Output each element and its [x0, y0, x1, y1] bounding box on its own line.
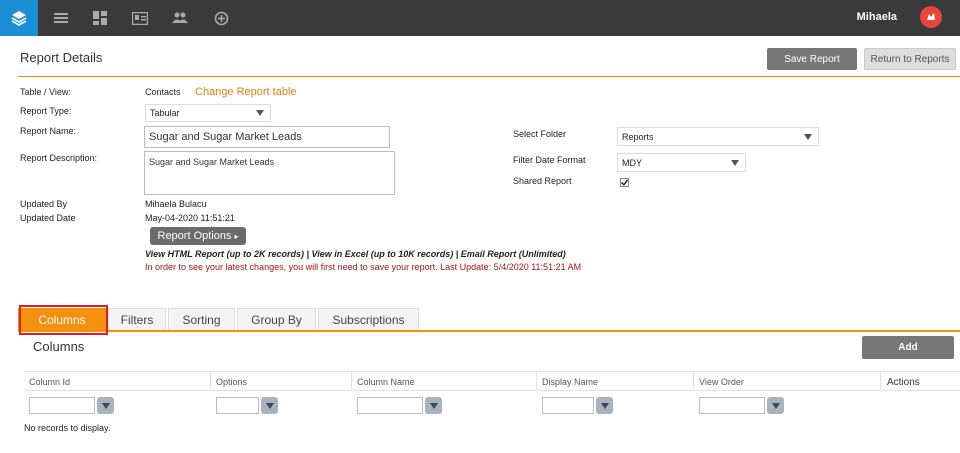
- report-name-label: Report Name:: [20, 126, 77, 136]
- report-description-label: Report Description:: [20, 153, 98, 163]
- report-type-label: Report Type:: [20, 106, 72, 116]
- display-name-filter-input[interactable]: [542, 397, 594, 414]
- report-options-label: Report Options: [157, 230, 232, 242]
- column-separator: [351, 372, 352, 391]
- shared-report-checkbox[interactable]: [620, 178, 629, 187]
- tab-sorting[interactable]: Sorting: [168, 308, 235, 331]
- report-name-input[interactable]: Sugar and Sugar Market Leads: [144, 126, 390, 148]
- updated-date-value: May-04-2020 11:51:21: [145, 213, 235, 223]
- updated-by-label: Updated By: [20, 199, 68, 209]
- column-name-filter-input[interactable]: [357, 397, 423, 414]
- column-name-filter-button[interactable]: [425, 397, 442, 414]
- column-id-filter-button[interactable]: [97, 397, 114, 414]
- layers-icon[interactable]: [0, 0, 38, 36]
- caret-right-icon: ▸: [234, 231, 239, 241]
- updated-by-value: Mihaela Bulacu: [145, 199, 207, 209]
- contact-card-icon[interactable]: [132, 10, 148, 26]
- column-separator: [693, 372, 694, 391]
- menu-icon[interactable]: [53, 10, 69, 26]
- active-tab-highlight: [19, 305, 108, 335]
- header-column-id[interactable]: Column Id: [29, 377, 70, 387]
- tab-group-by[interactable]: Group By: [237, 308, 316, 331]
- date-format-select[interactable]: MDY: [617, 153, 746, 172]
- tab-filters[interactable]: Filters: [108, 308, 166, 331]
- save-report-button[interactable]: Save Report: [767, 48, 857, 70]
- header-column-name[interactable]: Column Name: [357, 377, 415, 387]
- filter-dropdown-icon: [600, 402, 609, 409]
- display-name-filter-button[interactable]: [596, 397, 613, 414]
- report-type-value: Tabular: [150, 108, 180, 118]
- tab-subscriptions[interactable]: Subscriptions: [318, 308, 419, 331]
- select-folder-label: Select Folder: [513, 129, 567, 139]
- header-actions: Actions: [887, 377, 920, 388]
- users-icon[interactable]: [172, 10, 188, 26]
- filter-dropdown-icon: [101, 402, 110, 409]
- change-report-table-link[interactable]: Change Report table: [195, 86, 297, 98]
- add-column-button[interactable]: Add: [862, 336, 954, 359]
- column-separator: [880, 372, 881, 391]
- header-divider: [18, 76, 960, 77]
- filter-dropdown-icon: [771, 402, 780, 409]
- report-links[interactable]: View HTML Report (up to 2K records) | Vi…: [145, 249, 566, 259]
- report-description-textarea[interactable]: Sugar and Sugar Market Leads: [144, 151, 395, 195]
- filter-dropdown-icon: [265, 402, 274, 409]
- column-separator: [210, 372, 211, 391]
- return-to-reports-button[interactable]: Return to Reports: [864, 48, 956, 70]
- view-order-filter-button[interactable]: [767, 397, 784, 414]
- filter-dropdown-icon: [429, 402, 438, 409]
- options-filter-input[interactable]: [216, 397, 259, 414]
- options-filter-button[interactable]: [261, 397, 278, 414]
- folder-select[interactable]: Reports: [617, 127, 819, 146]
- column-separator: [536, 372, 537, 391]
- view-order-filter-input[interactable]: [699, 397, 765, 414]
- chevron-down-icon: [731, 159, 739, 166]
- header-view-order[interactable]: View Order: [699, 377, 744, 387]
- top-navigation-bar: Mihaela: [0, 0, 960, 36]
- columns-section-title: Columns: [33, 339, 85, 354]
- chevron-down-icon: [804, 133, 812, 140]
- shared-report-label: Shared Report: [513, 176, 572, 186]
- folder-value: Reports: [622, 131, 654, 142]
- user-name[interactable]: Mihaela: [857, 11, 897, 23]
- header-options[interactable]: Options: [216, 377, 247, 387]
- save-warning-message: In order to see your latest changes, you…: [145, 262, 582, 272]
- report-options-button[interactable]: Report Options ▸: [150, 227, 246, 245]
- tab-underline: [18, 330, 960, 332]
- columns-grid-header: Column Id Options Column Name Display Na…: [24, 371, 960, 391]
- table-view-label: Table / View:: [20, 87, 71, 97]
- page-title: Report Details: [20, 50, 103, 65]
- check-icon: [621, 179, 628, 186]
- date-format-value: MDY: [622, 157, 642, 168]
- dashboard-icon[interactable]: [92, 10, 108, 26]
- avatar[interactable]: [920, 6, 942, 28]
- chevron-down-icon: [256, 110, 264, 116]
- updated-date-label: Updated Date: [20, 213, 76, 223]
- filter-date-format-label: Filter Date Format: [513, 155, 586, 165]
- column-id-filter-input[interactable]: [29, 397, 95, 414]
- report-type-select[interactable]: Tabular: [145, 104, 271, 122]
- add-circle-icon[interactable]: [213, 10, 229, 26]
- no-records-message: No records to display.: [24, 423, 111, 433]
- header-display-name[interactable]: Display Name: [542, 377, 598, 387]
- table-view-value: Contacts: [145, 87, 181, 97]
